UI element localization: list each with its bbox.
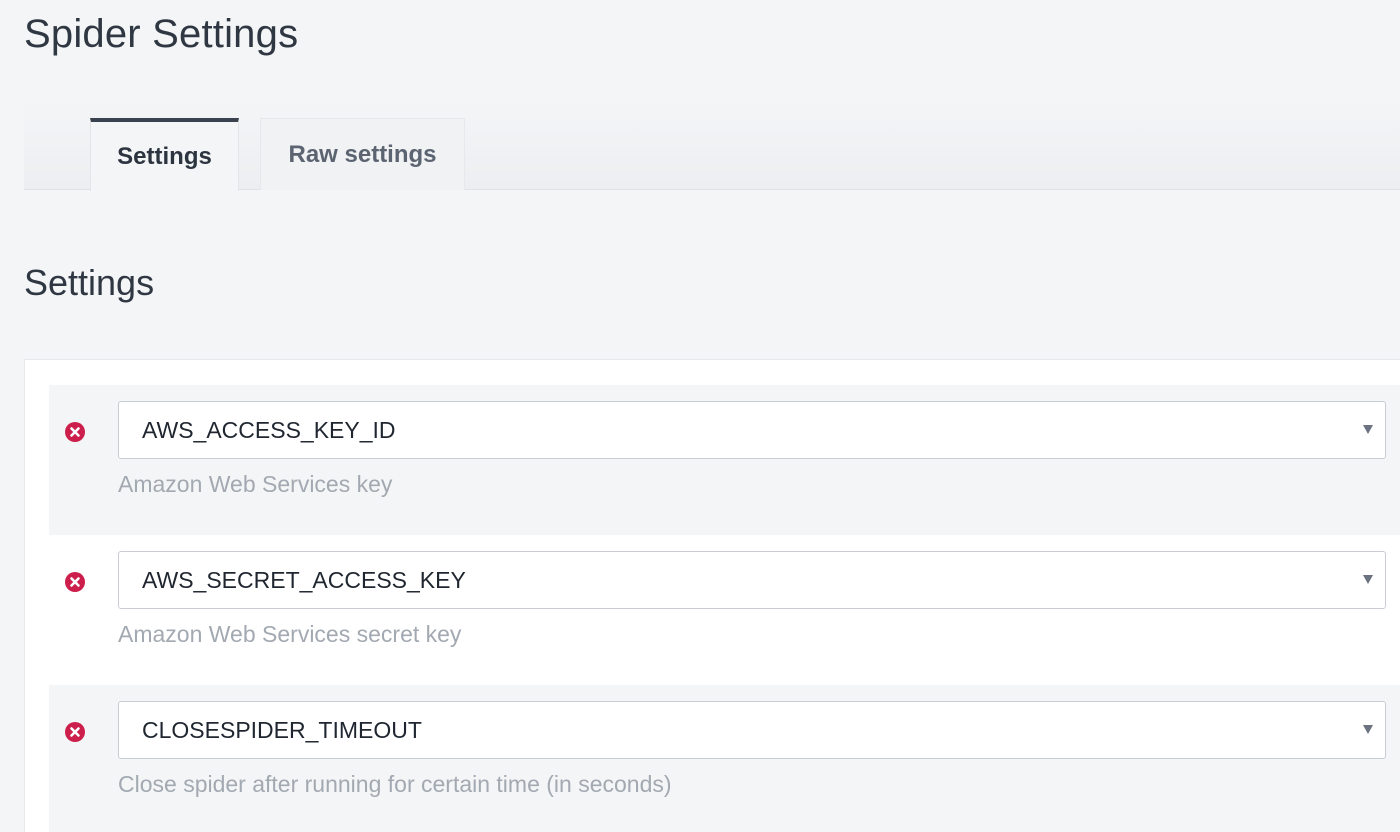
setting-key-value: AWS_SECRET_ACCESS_KEY — [142, 567, 466, 593]
tab-raw-settings[interactable]: Raw settings — [260, 118, 465, 190]
setting-description: Amazon Web Services secret key — [118, 621, 462, 647]
caret-down-icon — [1363, 575, 1373, 584]
setting-description: Amazon Web Services key — [118, 471, 393, 497]
setting-key-select[interactable]: AWS_SECRET_ACCESS_KEY — [118, 551, 1386, 609]
remove-circle-icon[interactable] — [65, 422, 85, 442]
page-title: Spider Settings — [24, 12, 299, 56]
settings-panel: AWS_ACCESS_KEY_ID Amazon Web Services ke… — [24, 359, 1400, 832]
tab-settings[interactable]: Settings — [90, 118, 239, 191]
spider-settings-page: Spider Settings Settings Raw settings Se… — [0, 0, 1400, 832]
setting-key-value: AWS_ACCESS_KEY_ID — [142, 417, 396, 443]
setting-row: AWS_ACCESS_KEY_ID Amazon Web Services ke… — [49, 385, 1400, 535]
setting-row: AWS_SECRET_ACCESS_KEY Amazon Web Service… — [49, 535, 1400, 685]
caret-down-icon — [1363, 425, 1373, 434]
setting-key-select[interactable]: CLOSESPIDER_TIMEOUT — [118, 701, 1386, 759]
remove-circle-icon[interactable] — [65, 722, 85, 742]
section-title: Settings — [24, 262, 155, 303]
caret-down-icon — [1363, 725, 1373, 734]
setting-key-value: CLOSESPIDER_TIMEOUT — [142, 717, 422, 743]
remove-circle-icon[interactable] — [65, 572, 85, 592]
setting-description: Close spider after running for certain t… — [118, 771, 672, 797]
setting-key-select[interactable]: AWS_ACCESS_KEY_ID — [118, 401, 1386, 459]
setting-row: CLOSESPIDER_TIMEOUT Close spider after r… — [49, 685, 1400, 832]
tab-strip: Settings Raw settings — [24, 100, 1400, 191]
